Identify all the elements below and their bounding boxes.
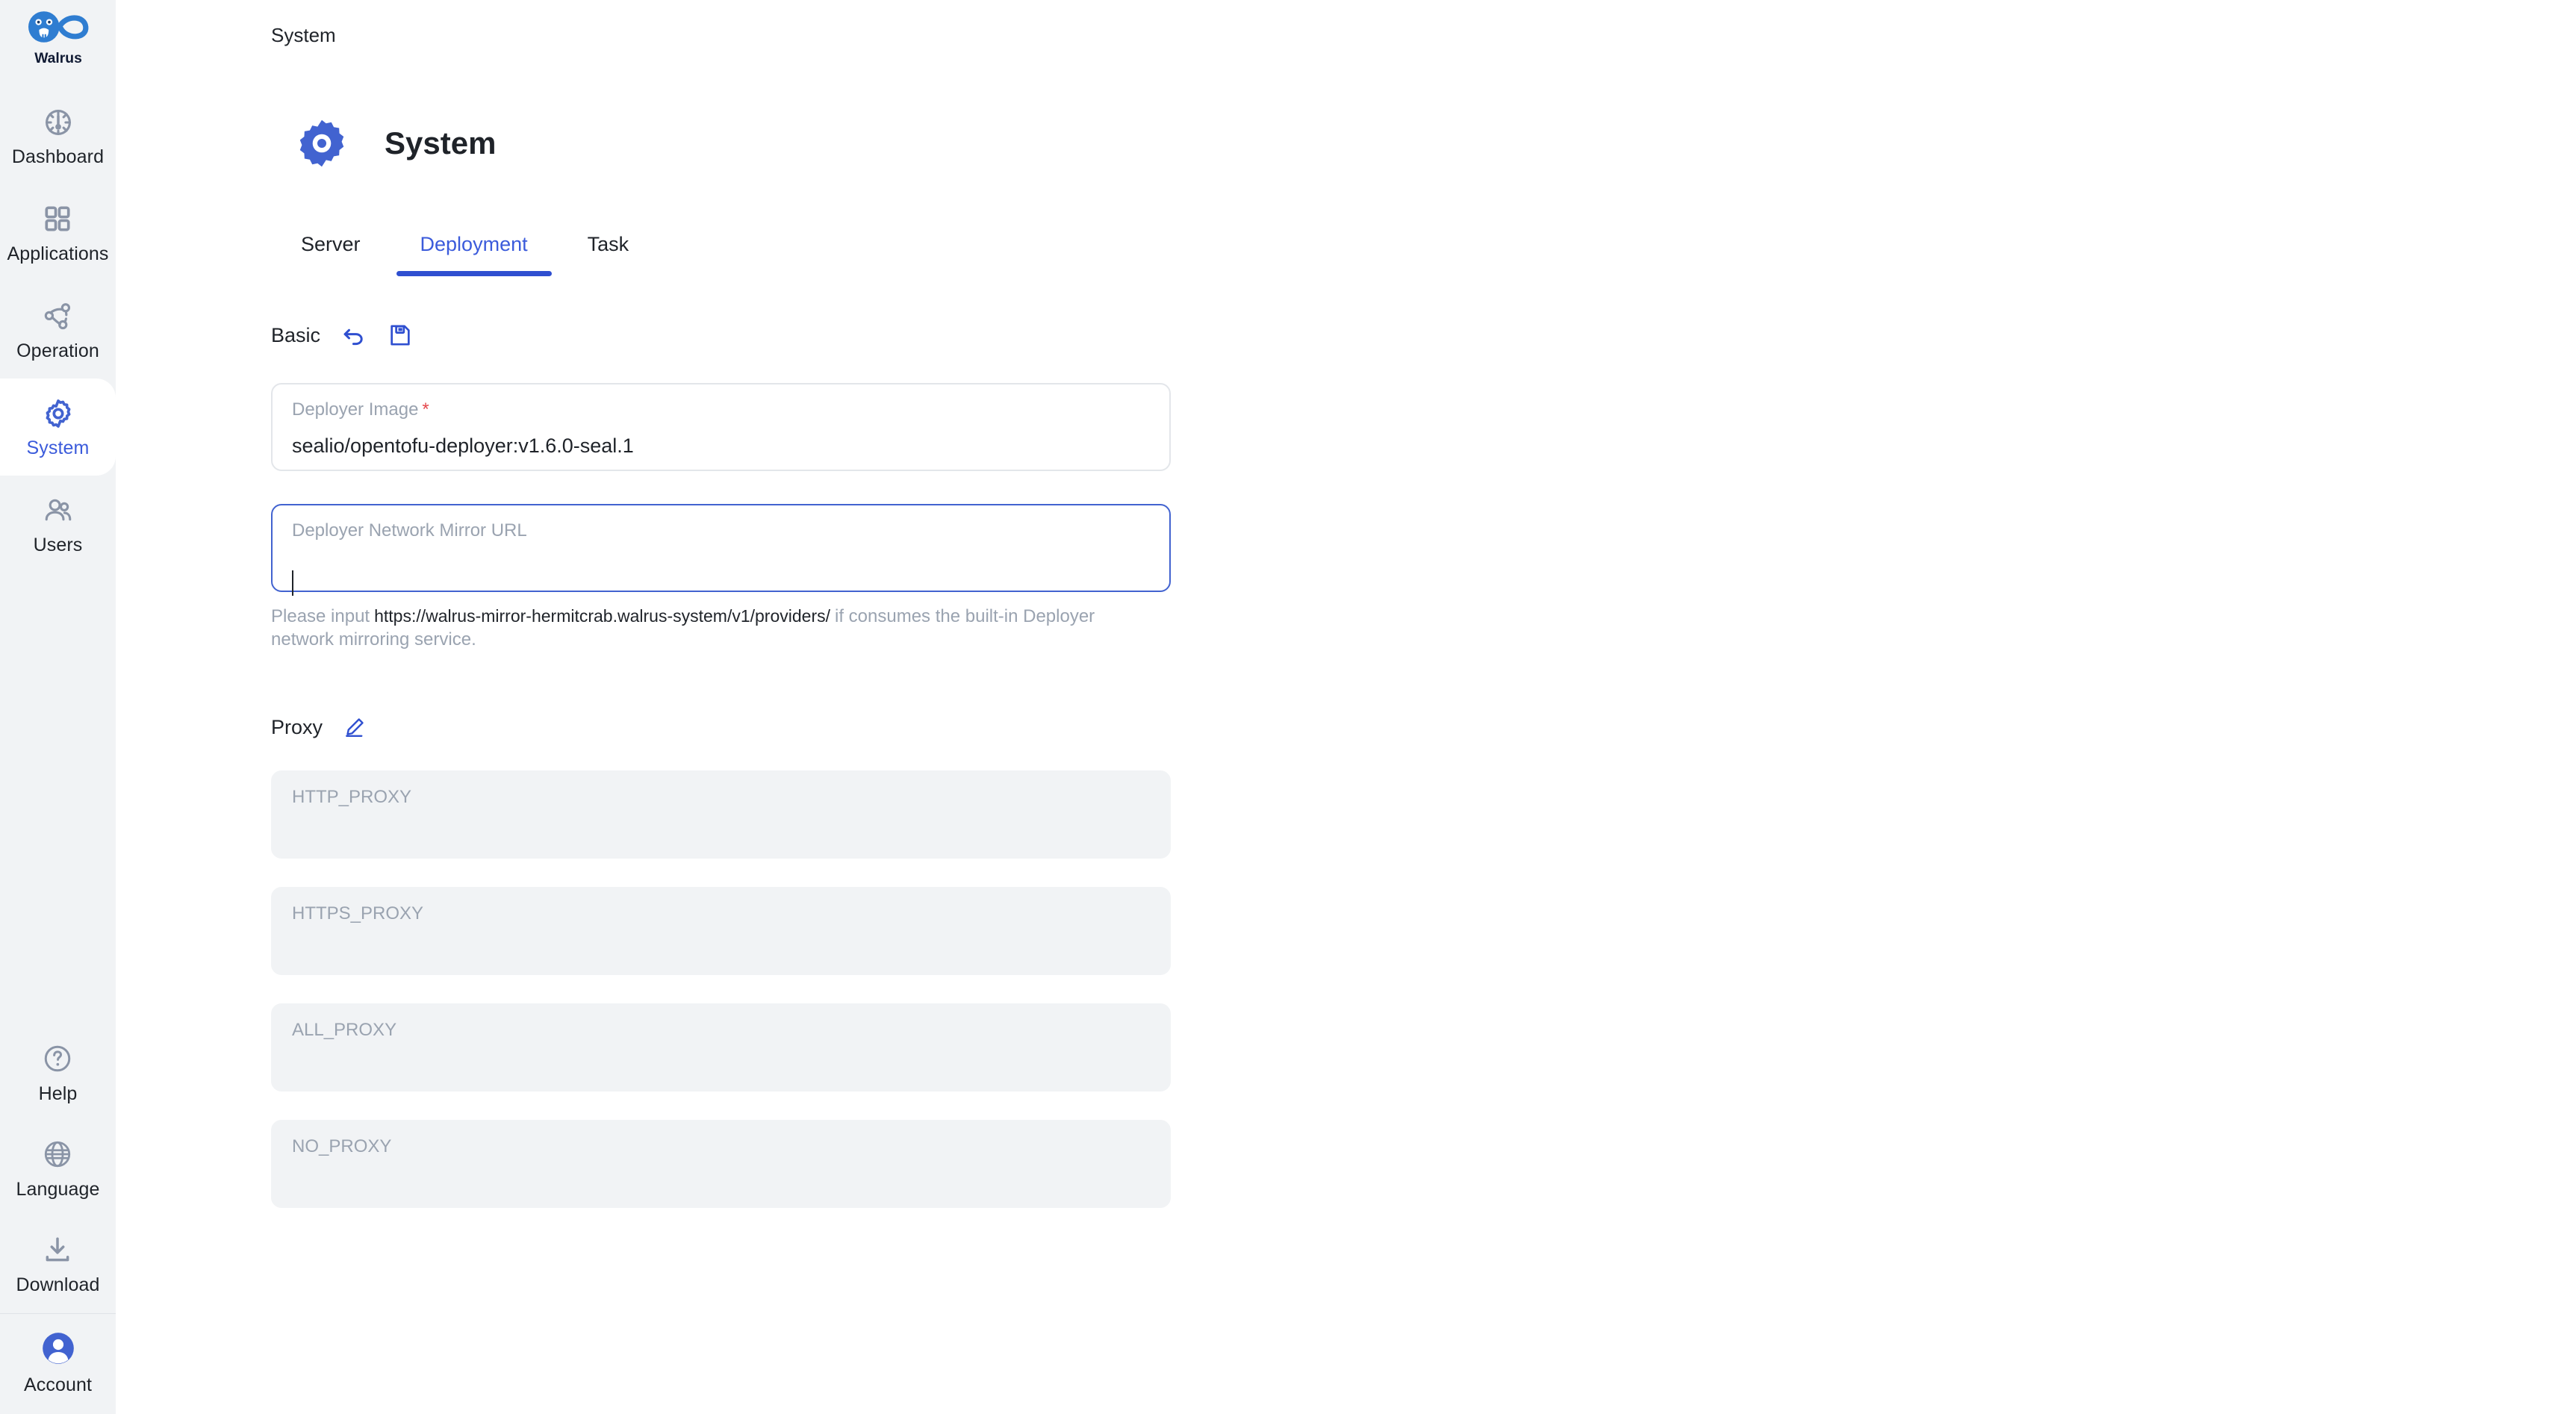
users-icon [42,494,75,527]
tab-bar: Server Deployment Task [116,234,2576,276]
sidebar-item-label: Applications [7,243,109,264]
https-proxy-field[interactable]: HTTPS_PROXY [271,887,1171,976]
page-title: System [385,125,497,161]
sidebar-item-label: Users [33,534,83,555]
app-root: Walrus Dashboard Applications Operation … [0,0,2576,1414]
http-proxy-field[interactable]: HTTP_PROXY [271,770,1171,859]
sidebar-item-help[interactable]: Help [0,1025,116,1121]
all-proxy-field[interactable]: ALL_PROXY [271,1003,1171,1092]
all-proxy-label: ALL_PROXY [292,1020,397,1041]
sidebar-item-label: Dashboard [11,146,105,167]
save-floppy-icon[interactable] [388,323,413,348]
pencil-edit-icon[interactable] [343,716,366,738]
deployer-image-input[interactable]: sealio/opentofu-deployer:v1.6.0-seal.1 [292,436,1150,457]
https-proxy-input[interactable] [292,940,1150,961]
sidebar-item-applications[interactable]: Applications [0,184,116,281]
brand-logo[interactable]: Walrus [0,0,116,87]
basic-section-title: Basic [271,323,321,346]
proxy-section-header: Proxy [271,712,2576,742]
sidebar-item-label: Account [23,1374,93,1395]
sidebar-item-dashboard[interactable]: Dashboard [0,87,116,184]
account-avatar-icon [40,1330,77,1367]
https-proxy-label: HTTPS_PROXY [292,903,424,924]
sidebar-item-system[interactable]: System [0,379,116,476]
deployer-image-label-text: Deployer Image [292,399,419,420]
sidebar: Walrus Dashboard Applications Operation … [0,0,116,1414]
sidebar-item-account[interactable]: Account [0,1314,116,1410]
gear-icon [42,397,75,430]
sidebar-item-operation[interactable]: Operation [0,281,116,379]
sidebar-item-label: System [26,437,90,458]
mirror-url-input[interactable] [292,557,1150,596]
mirror-url-helper-text: Please input https://walrus-mirror-hermit… [271,605,1152,651]
globe-icon [42,1139,75,1171]
http-proxy-label: HTTP_PROXY [292,787,412,808]
required-marker: * [422,399,429,420]
tab-task[interactable]: Task [558,234,659,274]
gear-icon [295,116,349,170]
no-proxy-field[interactable]: NO_PROXY [271,1120,1171,1209]
sidebar-item-users[interactable]: Users [0,476,116,573]
deployer-image-label: Deployer Image * [292,401,1150,419]
no-proxy-label: NO_PROXY [292,1136,392,1157]
http-proxy-input[interactable] [292,823,1150,844]
nodes-network-icon [42,300,75,333]
deployer-image-field[interactable]: Deployer Image * sealio/opentofu-deployer… [271,383,1171,471]
basic-section-header: Basic [271,320,2576,350]
helper-prefix: Please input [271,606,370,626]
undo-arrow-icon[interactable] [341,323,367,348]
sidebar-item-language[interactable]: Language [0,1121,116,1216]
main-content: System System Server Deployment Task Bas… [116,0,2576,1414]
sidebar-nav-secondary: Help Language Download Account [0,1025,116,1414]
walrus-infinity-logo-icon [22,6,94,48]
sidebar-item-download[interactable]: Download [0,1216,116,1312]
tab-deployment[interactable]: Deployment [391,234,558,276]
no-proxy-input[interactable] [292,1173,1150,1194]
tab-server[interactable]: Server [271,234,391,274]
proxy-section-title: Proxy [271,715,323,738]
sidebar-item-label: Download [16,1274,100,1295]
page-header: System [116,45,2576,170]
all-proxy-input[interactable] [292,1056,1150,1077]
breadcrumb: System [271,24,336,46]
mirror-url-field[interactable]: Deployer Network Mirror URL [271,504,1171,596]
sidebar-item-label: Help [38,1083,78,1104]
mirror-url-label: Deployer Network Mirror URL [292,520,527,541]
deployment-form: Basic Deployer Image * sealio/opentofu-d… [116,274,2576,1209]
svg-text:Walrus: Walrus [34,51,82,66]
text-caret [292,570,293,596]
helper-url: https://walrus-mirror-hermitcrab.walrus-… [374,606,830,626]
speedometer-icon [42,106,75,139]
sidebar-nav-primary: Dashboard Applications Operation System … [0,87,116,573]
question-circle-icon [42,1043,75,1076]
sidebar-item-label: Language [16,1178,100,1200]
brand-wordmark: Walrus [19,49,97,71]
download-icon [42,1234,75,1267]
grid-squares-icon [42,203,75,236]
sidebar-item-label: Operation [16,340,99,361]
